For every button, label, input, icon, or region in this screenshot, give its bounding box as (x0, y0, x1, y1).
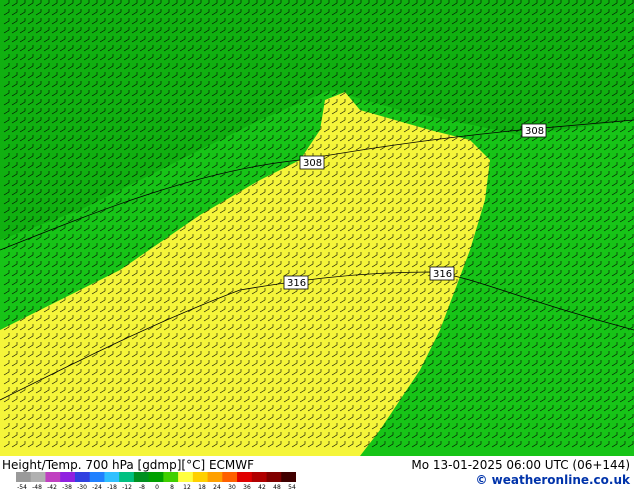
contour-label-2: 308 (521, 123, 547, 138)
svg-text:308: 308 (303, 158, 322, 169)
legend-swatch (222, 472, 238, 482)
valid-datetime: Mo 13-01-2025 06:00 UTC (06+144) (411, 458, 630, 472)
legend-swatch (163, 472, 179, 482)
legend-swatch (74, 472, 91, 482)
legend-swatch (207, 472, 223, 482)
weather-map: 308 308 316 316 (0, 0, 634, 456)
contour-label-4: 316 (429, 266, 455, 281)
legend-swatch (45, 472, 61, 482)
color-scale-legend (16, 472, 296, 482)
svg-text:316: 316 (433, 269, 452, 280)
legend-swatch (148, 472, 164, 482)
legend-swatch (30, 472, 46, 482)
legend-swatch (266, 472, 282, 482)
credit-link[interactable]: © weatheronline.co.uk (475, 473, 630, 487)
legend-swatch (192, 472, 209, 482)
legend-swatch (251, 472, 268, 482)
contour-label-1: 308 (299, 155, 325, 170)
legend-swatch (16, 472, 32, 482)
map-title: Height/Temp. 700 hPa [gdmp][°C] ECMWF (2, 458, 255, 472)
legend-swatch (119, 472, 135, 482)
legend-swatch (89, 472, 105, 482)
contour-label-3: 316 (283, 275, 309, 290)
svg-text:308: 308 (525, 126, 544, 137)
svg-text:316: 316 (287, 278, 306, 289)
legend-swatch (237, 472, 253, 482)
legend-swatch (281, 472, 296, 482)
legend-swatch (60, 472, 76, 482)
temperature-field: 308 308 316 316 (0, 0, 634, 456)
legend-swatch (104, 472, 120, 482)
legend-swatch (178, 472, 194, 482)
legend-swatch (133, 472, 150, 482)
